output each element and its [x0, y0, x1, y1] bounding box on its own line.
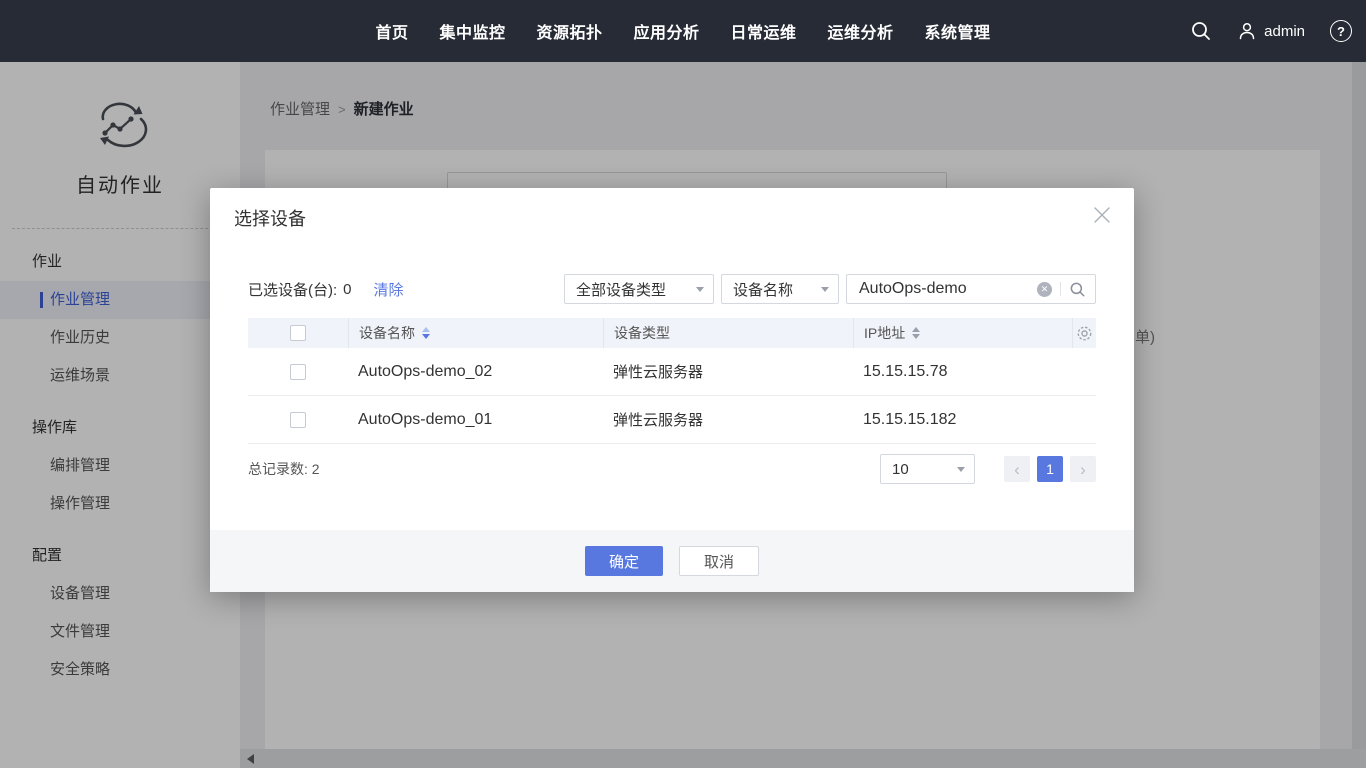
- select-all-checkbox[interactable]: [290, 325, 306, 341]
- chevron-down-icon: [696, 287, 704, 292]
- topbar-right-cluster: admin ?: [1190, 0, 1352, 62]
- table-header-row: 设备名称 设备类型 IP地址: [248, 318, 1096, 348]
- selected-devices-label: 已选设备(台):: [248, 279, 337, 300]
- cell-device-name: AutoOps-demo_01: [348, 411, 603, 429]
- search-submit-icon[interactable]: [1069, 281, 1086, 298]
- search-field-select-value: 设备名称: [733, 279, 793, 300]
- total-records-count: 2: [312, 461, 320, 477]
- table-row: AutoOps-demo_01 弹性云服务器 15.15.15.182: [248, 396, 1096, 444]
- prev-page-button[interactable]: ‹: [1004, 456, 1030, 482]
- search-field-select[interactable]: 设备名称: [721, 274, 839, 304]
- nav-item-home[interactable]: 首页: [375, 19, 408, 43]
- column-settings-cell: [1072, 318, 1096, 348]
- device-table: 设备名称 设备类型 IP地址 AutoOps-demo_02 弹性云服务器 15…: [248, 318, 1096, 444]
- row-checkbox[interactable]: [290, 364, 306, 380]
- nav-item-system-mgmt[interactable]: 系统管理: [925, 19, 991, 43]
- cell-device-type: 弹性云服务器: [603, 409, 853, 430]
- device-search-box: ✕: [846, 274, 1096, 304]
- nav-item-daily-ops[interactable]: 日常运维: [731, 19, 797, 43]
- dialog-toolbar: 已选设备(台): 0 清除 全部设备类型 设备名称 ✕: [248, 274, 1096, 304]
- total-records: 总记录数: 2: [248, 459, 320, 479]
- total-records-label: 总记录数:: [248, 461, 308, 477]
- chevron-down-icon: [957, 467, 965, 472]
- search-icon[interactable]: [1190, 20, 1212, 42]
- column-label: IP地址: [864, 323, 905, 343]
- page-size-select[interactable]: 10: [880, 454, 975, 484]
- table-row: AutoOps-demo_02 弹性云服务器 15.15.15.78: [248, 348, 1096, 396]
- page-size-value: 10: [892, 461, 909, 478]
- clear-selection-link[interactable]: 清除: [374, 279, 404, 300]
- sort-icon[interactable]: [422, 327, 430, 339]
- sort-icon[interactable]: [912, 327, 920, 339]
- filter-controls: 全部设备类型 设备名称 ✕: [564, 274, 1096, 304]
- selected-devices-info: 已选设备(台): 0 清除: [248, 279, 404, 300]
- main-menu: 首页 集中监控 资源拓扑 应用分析 日常运维 运维分析 系统管理: [375, 0, 990, 62]
- user-menu[interactable]: admin: [1237, 21, 1305, 41]
- dialog-footer: 确定 取消: [210, 530, 1134, 592]
- cell-device-name: AutoOps-demo_02: [348, 363, 603, 381]
- dialog-title: 选择设备: [234, 205, 306, 231]
- row-checkbox[interactable]: [290, 412, 306, 428]
- select-device-dialog: 选择设备 已选设备(台): 0 清除 全部设备类型 设备名称 ✕: [210, 188, 1134, 592]
- help-icon[interactable]: ?: [1330, 20, 1352, 42]
- column-settings-gear-icon[interactable]: [1076, 325, 1093, 342]
- top-navigation-bar: 首页 集中监控 资源拓扑 应用分析 日常运维 运维分析 系统管理 admin ?: [0, 0, 1366, 62]
- cancel-button[interactable]: 取消: [679, 546, 759, 576]
- selected-devices-count: 0: [343, 281, 351, 298]
- cell-ip: 15.15.15.182: [853, 411, 1072, 429]
- device-type-select[interactable]: 全部设备类型: [564, 274, 714, 304]
- chevron-down-icon: [821, 287, 829, 292]
- pager: ‹ 1 ›: [1004, 456, 1096, 482]
- clear-input-icon[interactable]: ✕: [1037, 282, 1052, 297]
- input-divider: [1060, 282, 1061, 296]
- pagination-controls: 10 ‹ 1 ›: [880, 454, 1096, 484]
- select-all-cell: [248, 318, 348, 348]
- confirm-button[interactable]: 确定: [585, 546, 663, 576]
- device-search-input[interactable]: [859, 280, 1029, 298]
- next-page-button[interactable]: ›: [1070, 456, 1096, 482]
- column-label: 设备名称: [359, 323, 415, 343]
- nav-item-monitoring[interactable]: 集中监控: [439, 19, 505, 43]
- nav-item-ops-analysis[interactable]: 运维分析: [828, 19, 894, 43]
- user-icon: [1237, 21, 1257, 41]
- device-type-select-value: 全部设备类型: [576, 279, 666, 300]
- column-header-ip[interactable]: IP地址: [853, 318, 1072, 348]
- column-header-device-type: 设备类型: [603, 318, 853, 348]
- page-button-1[interactable]: 1: [1037, 456, 1063, 482]
- nav-item-app-analysis[interactable]: 应用分析: [633, 19, 699, 43]
- cell-ip: 15.15.15.78: [853, 363, 1072, 381]
- column-header-device-name[interactable]: 设备名称: [348, 318, 603, 348]
- close-icon[interactable]: [1090, 203, 1114, 227]
- nav-item-topology[interactable]: 资源拓扑: [536, 19, 602, 43]
- username: admin: [1264, 23, 1305, 40]
- column-label: 设备类型: [614, 323, 670, 343]
- pagination-bar: 总记录数: 2 10 ‹ 1 ›: [248, 444, 1096, 494]
- cell-device-type: 弹性云服务器: [603, 361, 853, 382]
